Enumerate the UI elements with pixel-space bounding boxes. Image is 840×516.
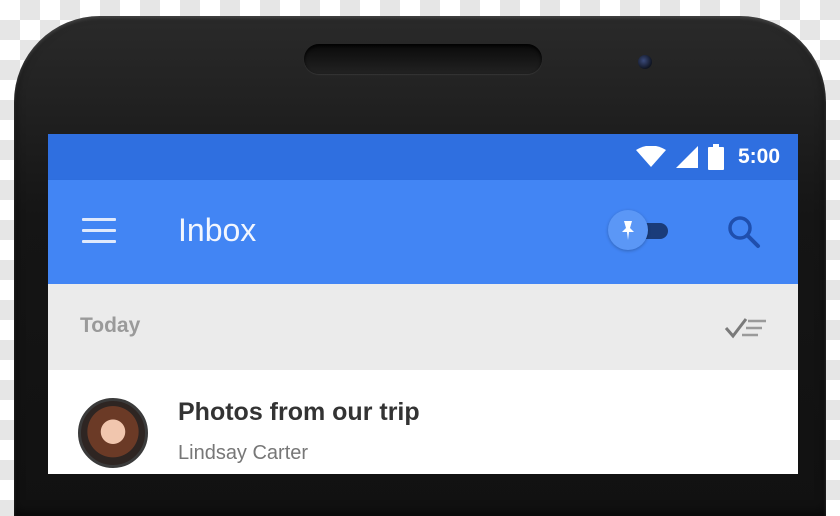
- phone-frame: 5:00 Inbox Today Photos from our trip Li…: [14, 16, 826, 516]
- app-bar: Inbox: [48, 180, 798, 284]
- pin-toggle[interactable]: [608, 210, 678, 250]
- mail-sender: Lindsay Carter: [178, 442, 309, 464]
- status-bar: 5:00: [48, 134, 798, 180]
- mail-subject: Photos from our trip: [178, 398, 420, 426]
- signal-icon: [675, 146, 698, 168]
- status-time: 5:00: [737, 145, 780, 168]
- avatar: [78, 398, 148, 468]
- page-title: Inbox: [178, 212, 257, 248]
- section-header: Today: [48, 284, 798, 370]
- menu-icon[interactable]: [82, 218, 116, 244]
- phone-screen: 5:00 Inbox Today Photos from our trip Li…: [48, 134, 798, 474]
- section-title: Today: [80, 314, 141, 337]
- wifi-icon: [635, 146, 666, 167]
- list-item[interactable]: Photos from our trip Lindsay Carter: [48, 370, 798, 474]
- search-icon[interactable]: [726, 214, 762, 250]
- pin-icon: [608, 210, 648, 250]
- pin-toggle-track: [646, 223, 668, 239]
- battery-icon: [707, 144, 724, 170]
- earpiece-speaker: [304, 44, 542, 74]
- front-camera: [638, 55, 652, 69]
- done-all-icon[interactable]: [724, 316, 768, 340]
